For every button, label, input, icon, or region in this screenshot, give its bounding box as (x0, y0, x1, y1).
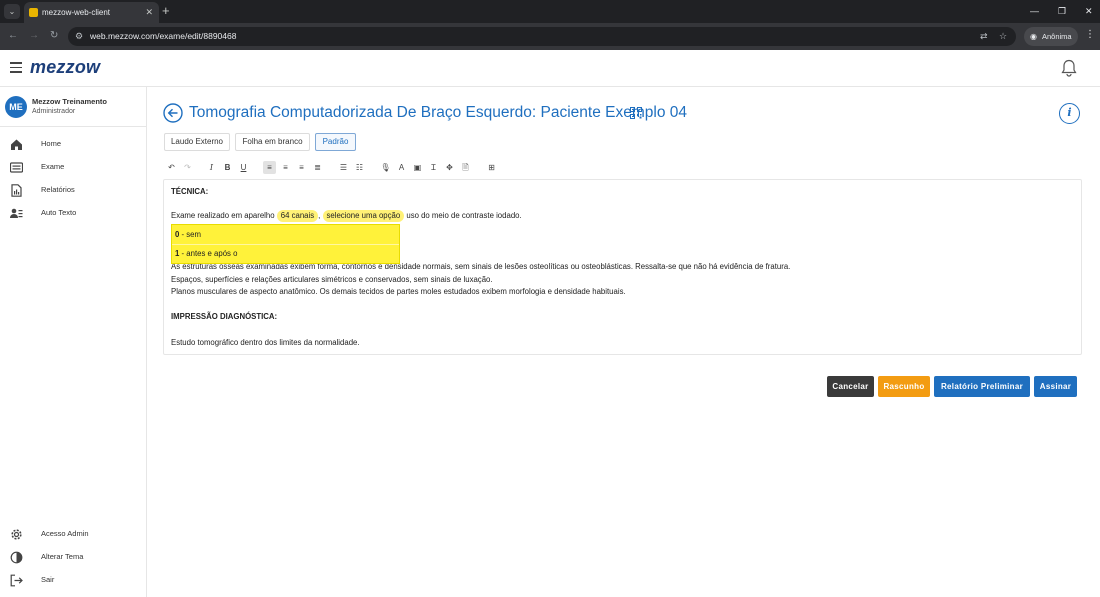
sidebar-item-label: Sair (41, 575, 55, 584)
auto-text-icon (10, 208, 23, 218)
sign-button[interactable]: Assinar (1034, 376, 1077, 397)
sidebar-item-exame[interactable]: Exame (0, 158, 146, 178)
align-right-icon[interactable]: ≡ (295, 161, 308, 174)
text-color-icon[interactable]: A (395, 161, 408, 174)
user-profile[interactable]: ME Mezzow Treinamento Administrador (0, 87, 146, 127)
conclusion-line: Estudo tomográfico dentro dos limites da… (171, 338, 360, 347)
dropdown-option[interactable]: 1 - antes e após o (175, 248, 237, 259)
technique-line: Exame realizado em aparelho 64 canais, s… (171, 210, 522, 222)
bookmark-star-icon[interactable]: ☆ (999, 30, 1007, 43)
draft-button[interactable]: Rascunho (878, 376, 930, 397)
page-title: Tomografia Computadorizada De Braço Esqu… (189, 104, 687, 121)
align-justify-icon[interactable]: ≣ (311, 161, 324, 174)
list-icon (10, 162, 23, 173)
browser-tab-bar: ⌄ mezzow-web-client ✕ + — ❐ ✕ (0, 0, 1100, 23)
report-icon (11, 184, 22, 197)
incognito-icon: ◉ (1030, 32, 1037, 41)
tecnica-heading: TÉCNICA: (171, 187, 209, 196)
new-tab-button[interactable]: + (162, 3, 170, 19)
mezzow-logo[interactable]: mezzow (30, 57, 100, 78)
tab-padrao[interactable]: Padrão (315, 133, 356, 151)
translate-icon[interactable]: ⇄ (980, 30, 988, 43)
url-text[interactable]: web.mezzow.com/exame/edit/8890468 (90, 30, 236, 43)
app-header: mezzow (0, 50, 1100, 87)
profile-label: Anônima (1042, 32, 1072, 41)
sidebar-item-alterar-tema[interactable]: Alterar Tema (0, 548, 146, 568)
technique-prefix: Exame realizado em aparelho (171, 211, 275, 220)
move-icon[interactable]: ✥ (443, 161, 456, 174)
theme-icon (10, 551, 23, 564)
image-icon[interactable]: ▣ (411, 161, 424, 174)
tab-close-icon[interactable]: ✕ (145, 6, 153, 19)
hamburger-menu-icon[interactable] (10, 62, 22, 73)
impressao-heading: IMPRESSÃO DIAGNÓSTICA: (171, 312, 278, 321)
undo-icon[interactable]: ↶ (165, 161, 178, 174)
browser-toolbar: ← → ↻ ⚙ web.mezzow.com/exame/edit/889046… (0, 23, 1100, 50)
cancel-button[interactable]: Cancelar (827, 376, 874, 397)
dropdown-option[interactable]: 0 - sem (175, 229, 201, 240)
reload-icon[interactable]: ↻ (50, 29, 58, 43)
bullet-list-icon[interactable]: ☰ (337, 161, 350, 174)
underline-icon[interactable]: U (237, 161, 250, 174)
numbered-list-icon[interactable]: ☷ (353, 161, 366, 174)
logout-icon (10, 574, 23, 587)
sidebar: ME Mezzow Treinamento Administrador Home… (0, 87, 147, 597)
variable-chip-select[interactable]: selecione uma opção (322, 210, 405, 222)
back-arrow-icon[interactable] (163, 103, 183, 123)
align-center-icon[interactable]: ≡ (279, 161, 292, 174)
favicon-icon (29, 8, 38, 17)
sidebar-item-label: Relatórios (41, 185, 75, 194)
technique-comma: , (318, 211, 321, 220)
align-left-icon[interactable]: ≡ (263, 161, 276, 174)
profile-button[interactable]: ◉ Anônima (1024, 27, 1078, 46)
restore-icon[interactable]: ❐ (1058, 4, 1066, 18)
tab-laudo-externo[interactable]: Laudo Externo (164, 133, 230, 151)
sidebar-item-label: Auto Texto (41, 208, 77, 217)
document-icon[interactable]: 🗎 (459, 161, 472, 174)
qr-code-icon[interactable] (630, 107, 642, 119)
address-bar[interactable]: ⚙ web.mezzow.com/exame/edit/8890468 ⇄ ☆ (68, 27, 1016, 46)
site-info-icon[interactable]: ⚙ (75, 30, 83, 43)
editor-toolbar: ↶ ↷ I B U ≡ ≡ ≡ ≣ ☰ ☷ 🎙 A ▣ Ɪ ✥ 🗎 ⊞ (163, 158, 1081, 178)
variable-chip-canais[interactable]: 64 canais (276, 210, 319, 222)
back-nav-icon[interactable]: ← (8, 29, 18, 43)
sidebar-item-acesso-admin[interactable]: Acesso Admin (0, 525, 146, 545)
browser-menu-icon[interactable]: ⋮ (1085, 28, 1095, 42)
minimize-icon[interactable]: — (1030, 4, 1039, 18)
tab-search-button[interactable]: ⌄ (4, 4, 20, 19)
body-line: Espaços, superfícies e relações articula… (171, 275, 493, 284)
report-editor[interactable]: TÉCNICA: Exame realizado em aparelho 64 … (163, 179, 1082, 355)
close-window-icon[interactable]: ✕ (1085, 4, 1093, 18)
user-role: Administrador (32, 108, 76, 115)
microphone-icon[interactable]: 🎙 (379, 161, 392, 174)
italic-icon[interactable]: I (205, 161, 218, 174)
sidebar-item-label: Alterar Tema (41, 552, 84, 561)
tab-folha-em-branco[interactable]: Folha em branco (235, 133, 310, 151)
dropdown-divider (172, 244, 399, 245)
home-icon (11, 139, 22, 150)
technique-suffix: uso do meio de contraste iodado. (406, 211, 522, 220)
info-button[interactable]: i (1059, 103, 1080, 124)
table-icon[interactable]: ⊞ (485, 161, 498, 174)
user-name: Mezzow Treinamento (32, 97, 108, 106)
tab-title: mezzow-web-client (42, 8, 111, 17)
sidebar-item-relatorios[interactable]: Relatórios (0, 181, 146, 201)
sidebar-item-home[interactable]: Home (0, 135, 146, 155)
sidebar-item-auto-texto[interactable]: Auto Texto (0, 204, 146, 224)
text-cursor-icon[interactable]: Ɪ (427, 161, 440, 174)
sidebar-item-label: Acesso Admin (41, 529, 89, 538)
forward-nav-icon[interactable]: → (29, 29, 39, 43)
browser-tab[interactable]: mezzow-web-client ✕ (24, 2, 159, 23)
sidebar-item-sair[interactable]: Sair (0, 571, 146, 591)
sidebar-item-label: Exame (41, 162, 65, 171)
bold-icon[interactable]: B (221, 161, 234, 174)
body-line: Planos musculares de aspecto anatômico. … (171, 287, 626, 296)
redo-icon[interactable]: ↷ (181, 161, 194, 174)
gear-icon (11, 529, 22, 540)
option-dropdown: 0 - sem 1 - antes e após o (171, 224, 400, 264)
avatar: ME (5, 96, 27, 118)
preliminary-report-button[interactable]: Relatório Preliminar (934, 376, 1030, 397)
notification-bell-icon[interactable] (1061, 59, 1077, 77)
sidebar-item-label: Home (41, 139, 62, 148)
